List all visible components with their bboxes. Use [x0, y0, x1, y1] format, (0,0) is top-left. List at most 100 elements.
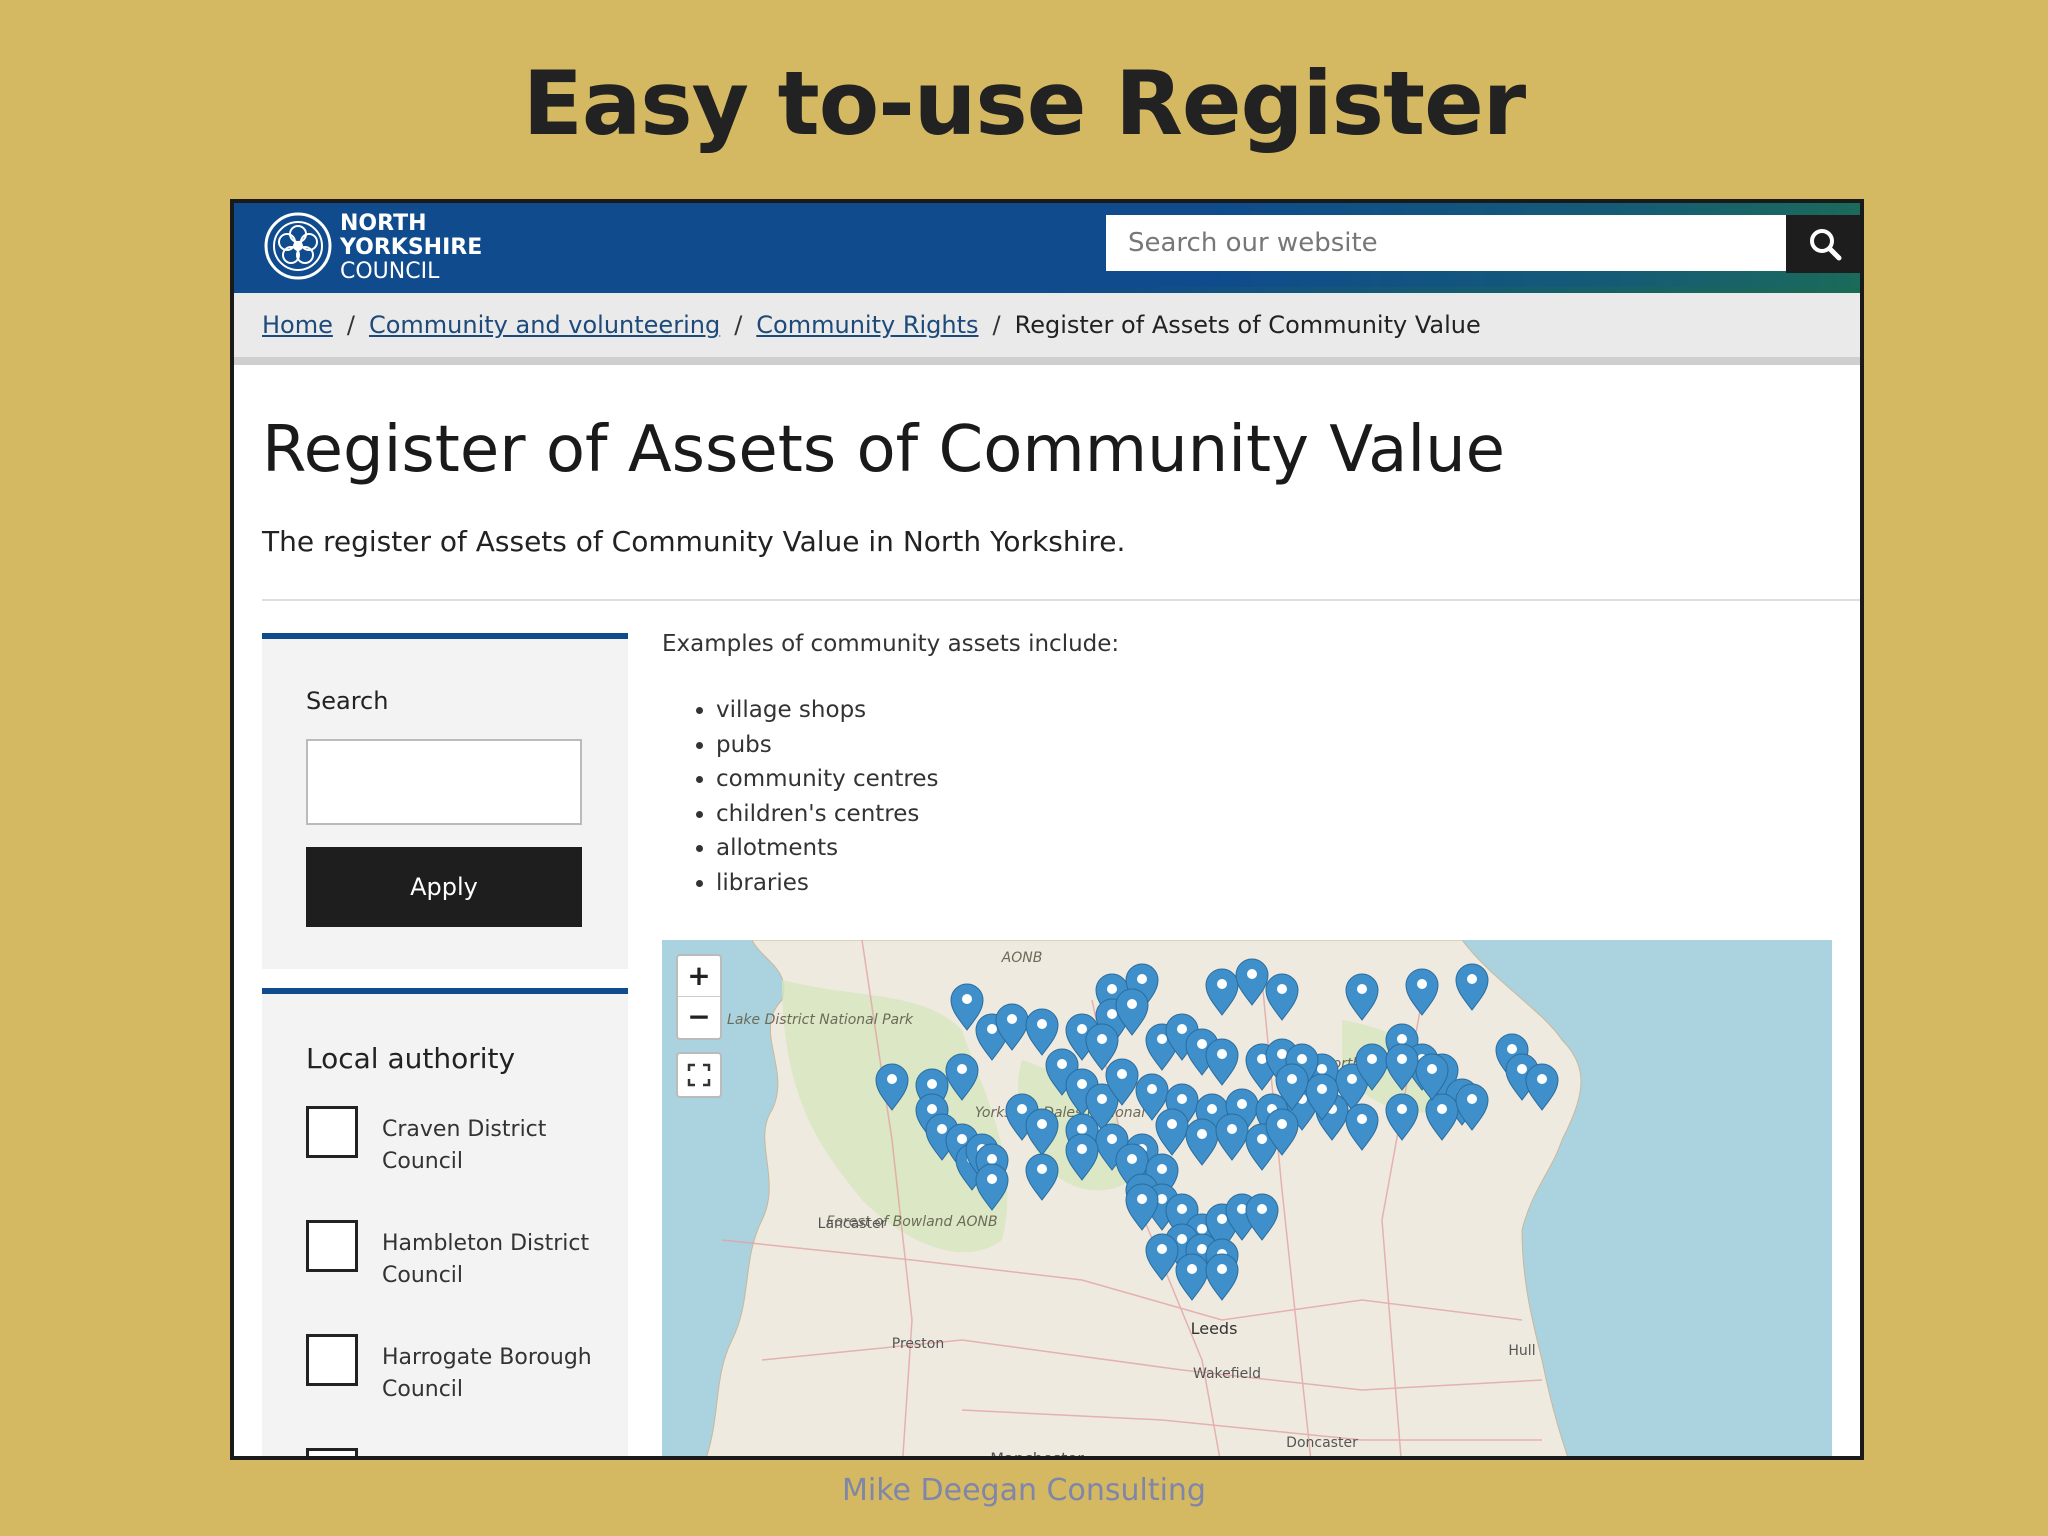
breadcrumb-separator: /	[734, 311, 743, 339]
map-pin-dot	[1357, 984, 1367, 994]
map-pin-dot	[1397, 1054, 1407, 1064]
council-logo[interactable]: NORTH YORKSHIRE COUNCIL	[262, 210, 492, 284]
map-pin-dot	[887, 1074, 897, 1084]
map-pin-dot	[1157, 1034, 1167, 1044]
breadcrumb-separator: /	[346, 311, 355, 339]
map-pin-dot	[1467, 974, 1477, 984]
map-canvas[interactable]: AONB Lake District National Park Yorkshi…	[662, 940, 1832, 1460]
map-pin-dot	[1157, 1164, 1167, 1174]
authority-option[interactable]: Hambleton District Council	[306, 1220, 626, 1290]
site-search-button[interactable]	[1786, 215, 1860, 273]
map-pin-dot	[1127, 1154, 1137, 1164]
map-pin-dot	[1397, 1104, 1407, 1114]
map-pin-dot	[927, 1104, 937, 1114]
map-pin-dot	[927, 1079, 937, 1089]
map-pin-dot	[1397, 1034, 1407, 1044]
map-pin-dot	[1177, 1204, 1187, 1214]
authority-option[interactable]: Craven District Council	[306, 1106, 626, 1176]
list-item: pubs	[716, 728, 939, 763]
list-item: allotments	[716, 831, 939, 866]
assets-map[interactable]: AONB Lake District National Park Yorkshi…	[662, 940, 1832, 1460]
map-pin-dot	[1237, 1204, 1247, 1214]
map-pin-dot	[1107, 1134, 1117, 1144]
map-pin-dot	[1467, 1094, 1477, 1104]
map-pin-dot	[962, 994, 972, 1004]
map-pin-dot	[937, 1124, 947, 1134]
list-item: community centres	[716, 762, 939, 797]
map-pin-dot	[1037, 1119, 1047, 1129]
map-pin-dot	[1217, 1049, 1227, 1059]
authority-checkbox[interactable]	[306, 1106, 358, 1158]
logo-line: NORTH	[340, 211, 427, 236]
slide-footer: Mike Deegan Consulting	[842, 1473, 1206, 1508]
rose-emblem-icon	[264, 212, 332, 280]
breadcrumb-link-community[interactable]: Community and volunteering	[369, 311, 720, 339]
breadcrumb-link-community-rights[interactable]: Community Rights	[756, 311, 978, 339]
map-pin-dot	[1187, 1264, 1197, 1274]
fullscreen-button[interactable]	[676, 1052, 722, 1098]
site-search-input[interactable]	[1106, 215, 1786, 271]
map-pin-dot	[1257, 1134, 1267, 1144]
map-pin-dot	[1197, 1244, 1207, 1254]
map-label: Preston	[892, 1336, 944, 1352]
map-pin-dot	[1017, 1104, 1027, 1114]
logo-line: YORKSHIRE	[340, 235, 483, 260]
authority-option[interactable]: Harrogate Borough Council	[306, 1334, 626, 1404]
authority-checkbox[interactable]	[306, 1220, 358, 1272]
zoom-in-button[interactable]: +	[678, 956, 720, 997]
map-pin-dot	[1147, 1084, 1157, 1094]
authority-label: Harrogate Borough Council	[382, 1345, 592, 1402]
map-pin-dot	[1207, 1104, 1217, 1114]
map-pin-dot	[1177, 1024, 1187, 1034]
apply-button[interactable]: Apply	[306, 847, 582, 927]
map-pin-dot	[1217, 979, 1227, 989]
authority-label: Craven District Council	[382, 1117, 547, 1174]
map-pin-dot	[1217, 1214, 1227, 1224]
authority-checkbox[interactable]	[306, 1448, 358, 1456]
map-pin-dot	[1297, 1054, 1307, 1064]
local-authority-title: Local authority	[306, 1042, 516, 1075]
map-pin-dot	[1517, 1064, 1527, 1074]
map-label: Wakefield	[1193, 1366, 1261, 1382]
list-item: children's centres	[716, 797, 939, 832]
breadcrumb-separator: /	[992, 311, 1001, 339]
map-label: Lake District National Park	[727, 1012, 914, 1028]
map-pin-dot	[1097, 1094, 1107, 1104]
map-pin-dot	[987, 1024, 997, 1034]
zoom-out-button[interactable]: −	[678, 997, 720, 1037]
map-pin-dot	[1277, 984, 1287, 994]
map-pin-dot	[957, 1134, 967, 1144]
map-pin-dot	[1247, 969, 1257, 979]
map-pin-dot	[1357, 1114, 1367, 1124]
page-title: Register of Assets of Community Value	[262, 413, 1506, 487]
map-pin-dot	[1287, 1074, 1297, 1084]
authority-label: Hambleton District Council	[382, 1231, 590, 1288]
map-pin-dot	[1277, 1119, 1287, 1129]
register-search-input[interactable]	[306, 739, 582, 825]
map-pin-dot	[1037, 1019, 1047, 1029]
map-pin-dot	[1317, 1064, 1327, 1074]
map-label: Manchester	[990, 1449, 1084, 1460]
map-pin-dot	[1107, 1009, 1117, 1019]
map-pin-dot	[1077, 1124, 1087, 1134]
map-label: Yorkshire Dales National	[975, 1105, 1145, 1121]
map-label: Doncaster	[1286, 1435, 1358, 1451]
logo-line: COUNCIL	[340, 259, 440, 284]
examples-intro: Examples of community assets include:	[662, 631, 1120, 657]
authority-checkbox[interactable]	[306, 1334, 358, 1386]
map-pin-dot	[1157, 1194, 1167, 1204]
map-pin-dot	[1077, 1079, 1087, 1089]
map-pin-dot	[1537, 1074, 1547, 1084]
map-label: Lancaster	[818, 1216, 887, 1232]
site-header: NORTH YORKSHIRE COUNCIL	[234, 203, 1860, 291]
authority-option[interactable]	[306, 1448, 626, 1456]
map-pin-dot	[1427, 1064, 1437, 1074]
logo-text: NORTH YORKSHIRE COUNCIL	[340, 212, 482, 284]
examples-list: village shops pubs community centres chi…	[686, 693, 939, 900]
map-pin-dot	[1227, 1124, 1237, 1134]
zoom-control: + −	[676, 954, 722, 1040]
map-label: AONB	[1001, 950, 1043, 966]
breadcrumb-link-home[interactable]: Home	[262, 311, 333, 339]
map-label: Hull	[1508, 1343, 1535, 1359]
map-pin-dot	[1177, 1094, 1187, 1104]
